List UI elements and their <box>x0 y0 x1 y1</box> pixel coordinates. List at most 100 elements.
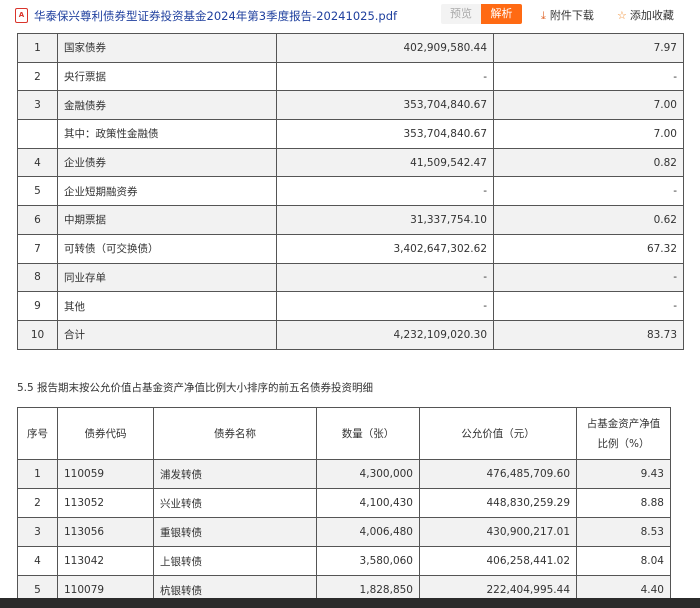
table-cell: 合计 <box>57 319 277 350</box>
table-cell: 8.88 <box>576 488 671 518</box>
table-cell: - <box>276 262 494 293</box>
star-icon: ☆ <box>617 9 627 22</box>
table-cell: 4,300,000 <box>316 459 420 489</box>
table-row: 1 国家债券 402,909,580.44 7.97 <box>17 33 684 63</box>
table-cell: 476,485,709.60 <box>419 459 577 489</box>
table-cell: 8 <box>17 262 58 293</box>
table-cell: 可转债（可交换债） <box>57 233 277 264</box>
table-cell: - <box>276 61 494 92</box>
download-icon: ⤓ <box>541 9 546 22</box>
table-cell: 4 <box>17 147 58 178</box>
table-cell: 7 <box>17 233 58 264</box>
table-cell: 41,509,542.47 <box>276 147 494 178</box>
favorite-label: 添加收藏 <box>629 9 674 22</box>
preview-button[interactable]: 预览 <box>441 4 481 24</box>
column-header: 数量（张） <box>316 407 420 460</box>
table-cell: 同业存单 <box>57 262 277 293</box>
table-cell: 67.32 <box>493 233 684 264</box>
table-cell: 4,006,480 <box>316 517 420 547</box>
table-row: 其中：政策性金融债 353,704,840.67 7.00 <box>17 119 684 149</box>
table-cell: 406,258,441.02 <box>419 546 577 576</box>
table-header-row: 序号 债券代码 债券名称 数量（张） 公允价值（元） 占基金资产净值比例（%） <box>17 407 671 460</box>
table-cell: 其中：政策性金融债 <box>57 119 277 149</box>
download-label: 附件下载 <box>549 9 594 22</box>
table-row: 2 央行票据 - - <box>17 61 684 92</box>
table-cell: 2 <box>17 61 58 92</box>
table-cell: 4,232,109,020.30 <box>276 319 494 350</box>
table-cell: 8.04 <box>576 546 671 576</box>
table-cell: 3,402,647,302.62 <box>276 233 494 264</box>
table-row: 3 113056 重银转债 4,006,480 430,900,217.01 8.53 <box>17 517 671 547</box>
section-title: 5.5 报告期末按公允价值占基金资产净值比例大小排序的前五名债券投资明细 <box>17 382 374 394</box>
table-cell: 353,704,840.67 <box>276 119 494 149</box>
document-title[interactable]: 华泰保兴尊利债券型证券投资基金2024年第3季度报告-20241025.pdf <box>34 8 397 24</box>
table-cell: 企业短期融资券 <box>57 176 277 207</box>
table-cell: 3 <box>17 517 58 547</box>
table-row: 4 企业债券 41,509,542.47 0.82 <box>17 147 684 178</box>
column-header: 债券名称 <box>153 407 317 460</box>
table-cell: - <box>493 61 684 92</box>
table-cell: 4 <box>17 546 58 576</box>
table-cell: 金融债券 <box>57 90 277 121</box>
table-cell: 2 <box>17 488 58 518</box>
add-favorite-button[interactable]: ☆ 添加收藏 <box>617 7 674 23</box>
column-header: 公允价值（元） <box>419 407 577 460</box>
top-five-bonds-table: 序号 债券代码 债券名称 数量（张） 公允价值（元） 占基金资产净值比例（%） 1 1100… <box>17 407 671 605</box>
table-cell: 9.43 <box>576 459 671 489</box>
download-attachment-button[interactable]: ⤓ 附件下载 <box>541 7 594 23</box>
table-cell: 8.53 <box>576 517 671 547</box>
table-row: 9 其他 - - <box>17 291 684 321</box>
table-cell: 10 <box>17 319 58 350</box>
table-cell: 5 <box>17 176 58 207</box>
table-cell: 1 <box>17 459 58 489</box>
table-row: 2 113052 兴业转债 4,100,430 448,830,259.29 8.88 <box>17 488 671 518</box>
table-cell: 113052 <box>57 488 154 518</box>
table-cell: 430,900,217.01 <box>419 517 577 547</box>
table-cell: 3,580,060 <box>316 546 420 576</box>
table-cell: 110059 <box>57 459 154 489</box>
table-row: 4 113042 上银转债 3,580,060 406,258,441.02 8.04 <box>17 546 671 576</box>
top-bar: A 华泰保兴尊利债券型证券投资基金2024年第3季度报告-20241025.pd… <box>0 0 700 33</box>
table-row: 8 同业存单 - - <box>17 262 684 293</box>
parse-button[interactable]: 解析 <box>481 4 522 24</box>
table-cell: 浦发转债 <box>153 459 317 489</box>
table-cell: - <box>493 291 684 321</box>
table-cell: - <box>493 176 684 207</box>
table-cell: 113042 <box>57 546 154 576</box>
table-cell: 31,337,754.10 <box>276 205 494 235</box>
table-cell: 企业债券 <box>57 147 277 178</box>
table-cell: 上银转债 <box>153 546 317 576</box>
table-cell: 兴业转债 <box>153 488 317 518</box>
table-row: 10 合计 4,232,109,020.30 83.73 <box>17 319 684 350</box>
table-cell: - <box>276 291 494 321</box>
table-cell: 1 <box>17 33 58 63</box>
table-row: 3 金融债券 353,704,840.67 7.00 <box>17 90 684 121</box>
column-header: 债券代码 <box>57 407 154 460</box>
table-cell <box>17 119 58 149</box>
pdf-file-icon: A <box>15 8 28 23</box>
table-cell: - <box>276 176 494 207</box>
column-header: 序号 <box>17 407 58 460</box>
table-cell: 0.82 <box>493 147 684 178</box>
table-cell: 国家债券 <box>57 33 277 63</box>
table-cell: 6 <box>17 205 58 235</box>
table-cell: 83.73 <box>493 319 684 350</box>
table-cell: 448,830,259.29 <box>419 488 577 518</box>
table-cell: 7.00 <box>493 90 684 121</box>
table-cell: 0.62 <box>493 205 684 235</box>
table-cell: 7.97 <box>493 33 684 63</box>
table-row: 6 中期票据 31,337,754.10 0.62 <box>17 205 684 235</box>
table-cell: 402,909,580.44 <box>276 33 494 63</box>
table-cell: 4,100,430 <box>316 488 420 518</box>
table-row: 7 可转债（可交换债） 3,402,647,302.62 67.32 <box>17 233 684 264</box>
table-cell: 3 <box>17 90 58 121</box>
table-cell: 353,704,840.67 <box>276 90 494 121</box>
table-cell: 其他 <box>57 291 277 321</box>
table-cell: 7.00 <box>493 119 684 149</box>
table-row: 1 110059 浦发转债 4,300,000 476,485,709.60 9.43 <box>17 459 671 489</box>
column-header: 占基金资产净值比例（%） <box>576 407 671 460</box>
bottom-bar <box>0 598 700 608</box>
table-cell: 113056 <box>57 517 154 547</box>
table-cell: 9 <box>17 291 58 321</box>
table-cell: 央行票据 <box>57 61 277 92</box>
